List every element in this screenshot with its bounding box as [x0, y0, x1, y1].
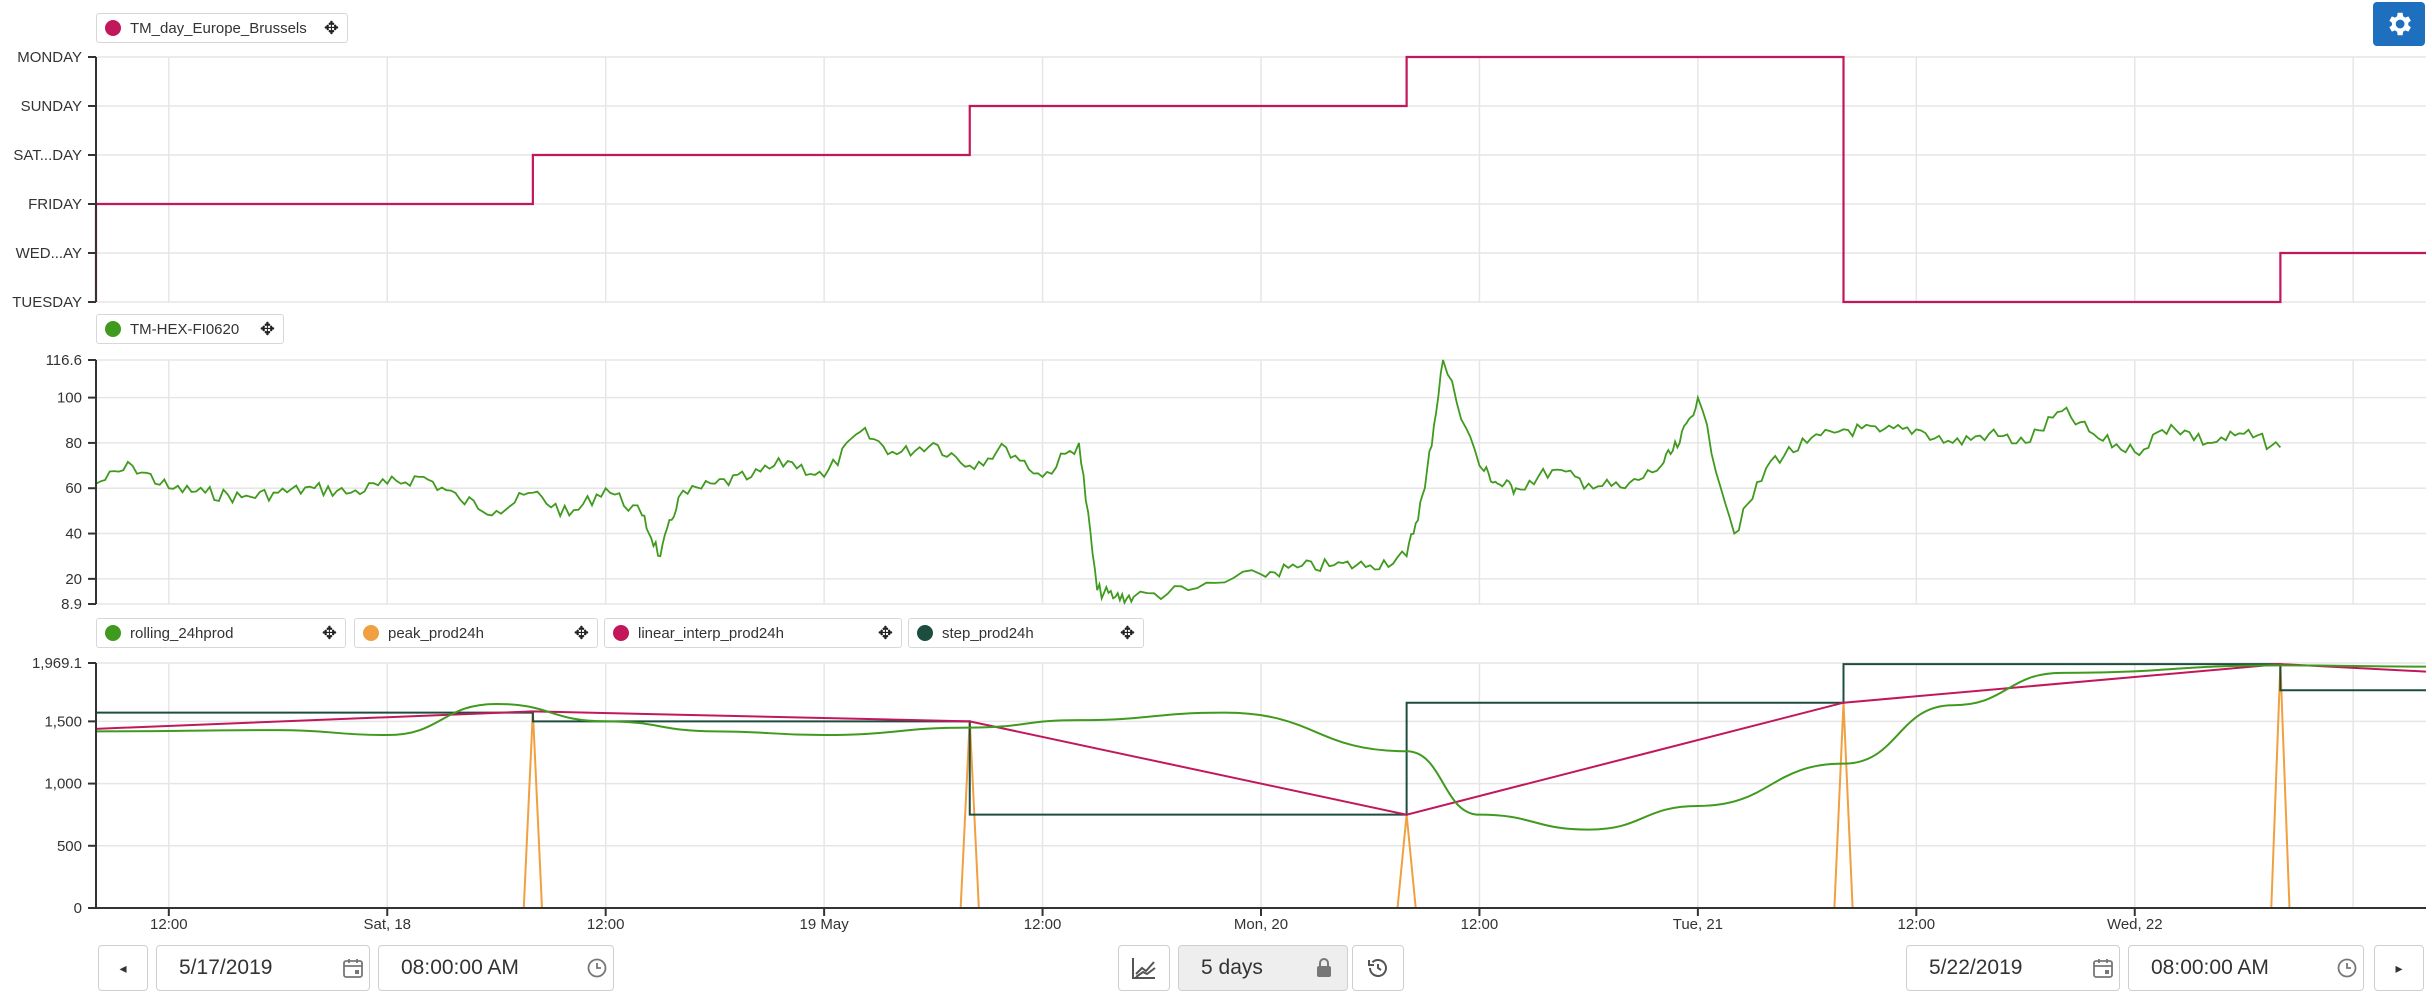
- series-line-tm-hex: [95, 359, 2282, 606]
- x-tick-label: Tue, 21: [1673, 916, 1723, 933]
- y-tick-label: SUNDAY: [21, 98, 82, 115]
- x-tick-label: Wed, 22: [2107, 916, 2163, 933]
- end-date-field[interactable]: 5/22/2019: [1906, 945, 2120, 991]
- y-tick-label: FRIDAY: [28, 196, 82, 213]
- legend-label: rolling_24hprod: [130, 624, 234, 642]
- chart-area: MONDAY SUNDAY SAT...DAY FRIDAY WED...AY TUESD…: [12, 49, 2427, 933]
- history-icon: [1368, 959, 1387, 977]
- x-tick-label: Mon, 20: [1234, 916, 1288, 933]
- series-color-dot: [105, 20, 121, 36]
- move-icon[interactable]: ✥: [260, 320, 275, 338]
- legend-label: peak_prod24h: [388, 624, 484, 642]
- series-color-dot: [613, 625, 629, 641]
- y-tick-label: 1,000: [44, 776, 82, 793]
- y-tick-label: WED...AY: [16, 245, 82, 262]
- next-arrow-icon: ▸: [2395, 959, 2403, 976]
- legend-label: TM-HEX-FI0620: [130, 320, 240, 338]
- prev-period-button[interactable]: ◂: [98, 945, 148, 991]
- y-tick-label: MONDAY: [17, 49, 82, 66]
- axes: MONDAY SUNDAY SAT...DAY FRIDAY WED...AY TUESD…: [12, 49, 2426, 933]
- series-color-dot: [363, 625, 379, 641]
- calendar-icon[interactable]: [337, 957, 369, 979]
- x-tick-label: 12:00: [587, 916, 625, 933]
- settings-button[interactable]: [2373, 2, 2425, 46]
- move-icon[interactable]: ✥: [322, 624, 337, 642]
- series-color-dot: [917, 625, 933, 641]
- y-tick-label: 116.6: [46, 352, 82, 369]
- x-tick-label: 12:00: [1461, 916, 1499, 933]
- lock-icon[interactable]: [1301, 957, 1347, 979]
- start-date-field[interactable]: 5/17/2019: [156, 945, 370, 991]
- legend-item-linear[interactable]: linear_interp_prod24h ✥: [604, 618, 902, 648]
- move-icon[interactable]: ✥: [324, 19, 339, 37]
- x-tick-label: 19 May: [800, 916, 850, 933]
- start-time-field[interactable]: 08:00:00 AM: [378, 945, 614, 991]
- grid-lines: [96, 56, 2426, 909]
- legend-label: step_prod24h: [942, 624, 1034, 642]
- legend-label: linear_interp_prod24h: [638, 624, 784, 642]
- end-time-value: 08:00:00 AM: [2151, 956, 2269, 979]
- end-time-field[interactable]: 08:00:00 AM: [2128, 945, 2364, 991]
- series-color-dot: [105, 625, 121, 641]
- y-tick-label: 20: [65, 571, 82, 588]
- legend-label: TM_day_Europe_Brussels: [130, 19, 307, 37]
- chart-type-button[interactable]: [1118, 945, 1170, 991]
- y-tick-label: 1,500: [44, 713, 82, 730]
- y-tick-label: 0: [74, 900, 82, 917]
- legend-item-rolling[interactable]: rolling_24hprod ✥: [96, 618, 346, 648]
- start-date-value: 5/17/2019: [179, 956, 273, 979]
- y-tick-label: 500: [57, 838, 82, 855]
- clock-icon[interactable]: [2331, 957, 2363, 979]
- y-tick-label: 40: [65, 526, 82, 543]
- history-button[interactable]: [1352, 945, 1404, 991]
- move-icon[interactable]: ✥: [1120, 624, 1135, 642]
- move-icon[interactable]: ✥: [878, 624, 893, 642]
- clock-icon[interactable]: [581, 957, 613, 979]
- series-color-dot: [105, 321, 121, 337]
- y-tick-label: 60: [65, 480, 82, 497]
- x-tick-label: Sat, 18: [363, 916, 411, 933]
- y-tick-label: 100: [57, 390, 82, 407]
- x-tick-label: 12:00: [150, 916, 188, 933]
- legend-item-tm-day[interactable]: TM_day_Europe_Brussels ✥: [96, 13, 348, 43]
- y-tick-label: SAT...DAY: [13, 147, 82, 164]
- legend-item-tm-hex[interactable]: TM-HEX-FI0620 ✥: [96, 314, 284, 344]
- range-selector[interactable]: 5 days: [1178, 945, 1348, 991]
- calendar-icon[interactable]: [2087, 957, 2119, 979]
- prev-arrow-icon: ◂: [119, 959, 127, 976]
- x-tick-label: 12:00: [1898, 916, 1936, 933]
- settings-gear-icon: [2389, 12, 2411, 36]
- legend-item-step[interactable]: step_prod24h ✥: [908, 618, 1144, 648]
- range-value: 5 days: [1201, 956, 1263, 979]
- chart-type-icon: [1132, 958, 1156, 979]
- move-icon[interactable]: ✥: [574, 624, 589, 642]
- legend-item-peak[interactable]: peak_prod24h ✥: [354, 618, 598, 648]
- start-time-value: 08:00:00 AM: [401, 956, 519, 979]
- y-tick-label: 8.9: [61, 596, 82, 613]
- y-tick-label: TUESDAY: [12, 294, 82, 311]
- y-tick-label: 1,969.1: [32, 655, 82, 672]
- next-period-button[interactable]: ▸: [2374, 945, 2424, 991]
- end-date-value: 5/22/2019: [1929, 956, 2023, 979]
- y-tick-label: 80: [65, 435, 82, 452]
- x-tick-label: 12:00: [1024, 916, 1062, 933]
